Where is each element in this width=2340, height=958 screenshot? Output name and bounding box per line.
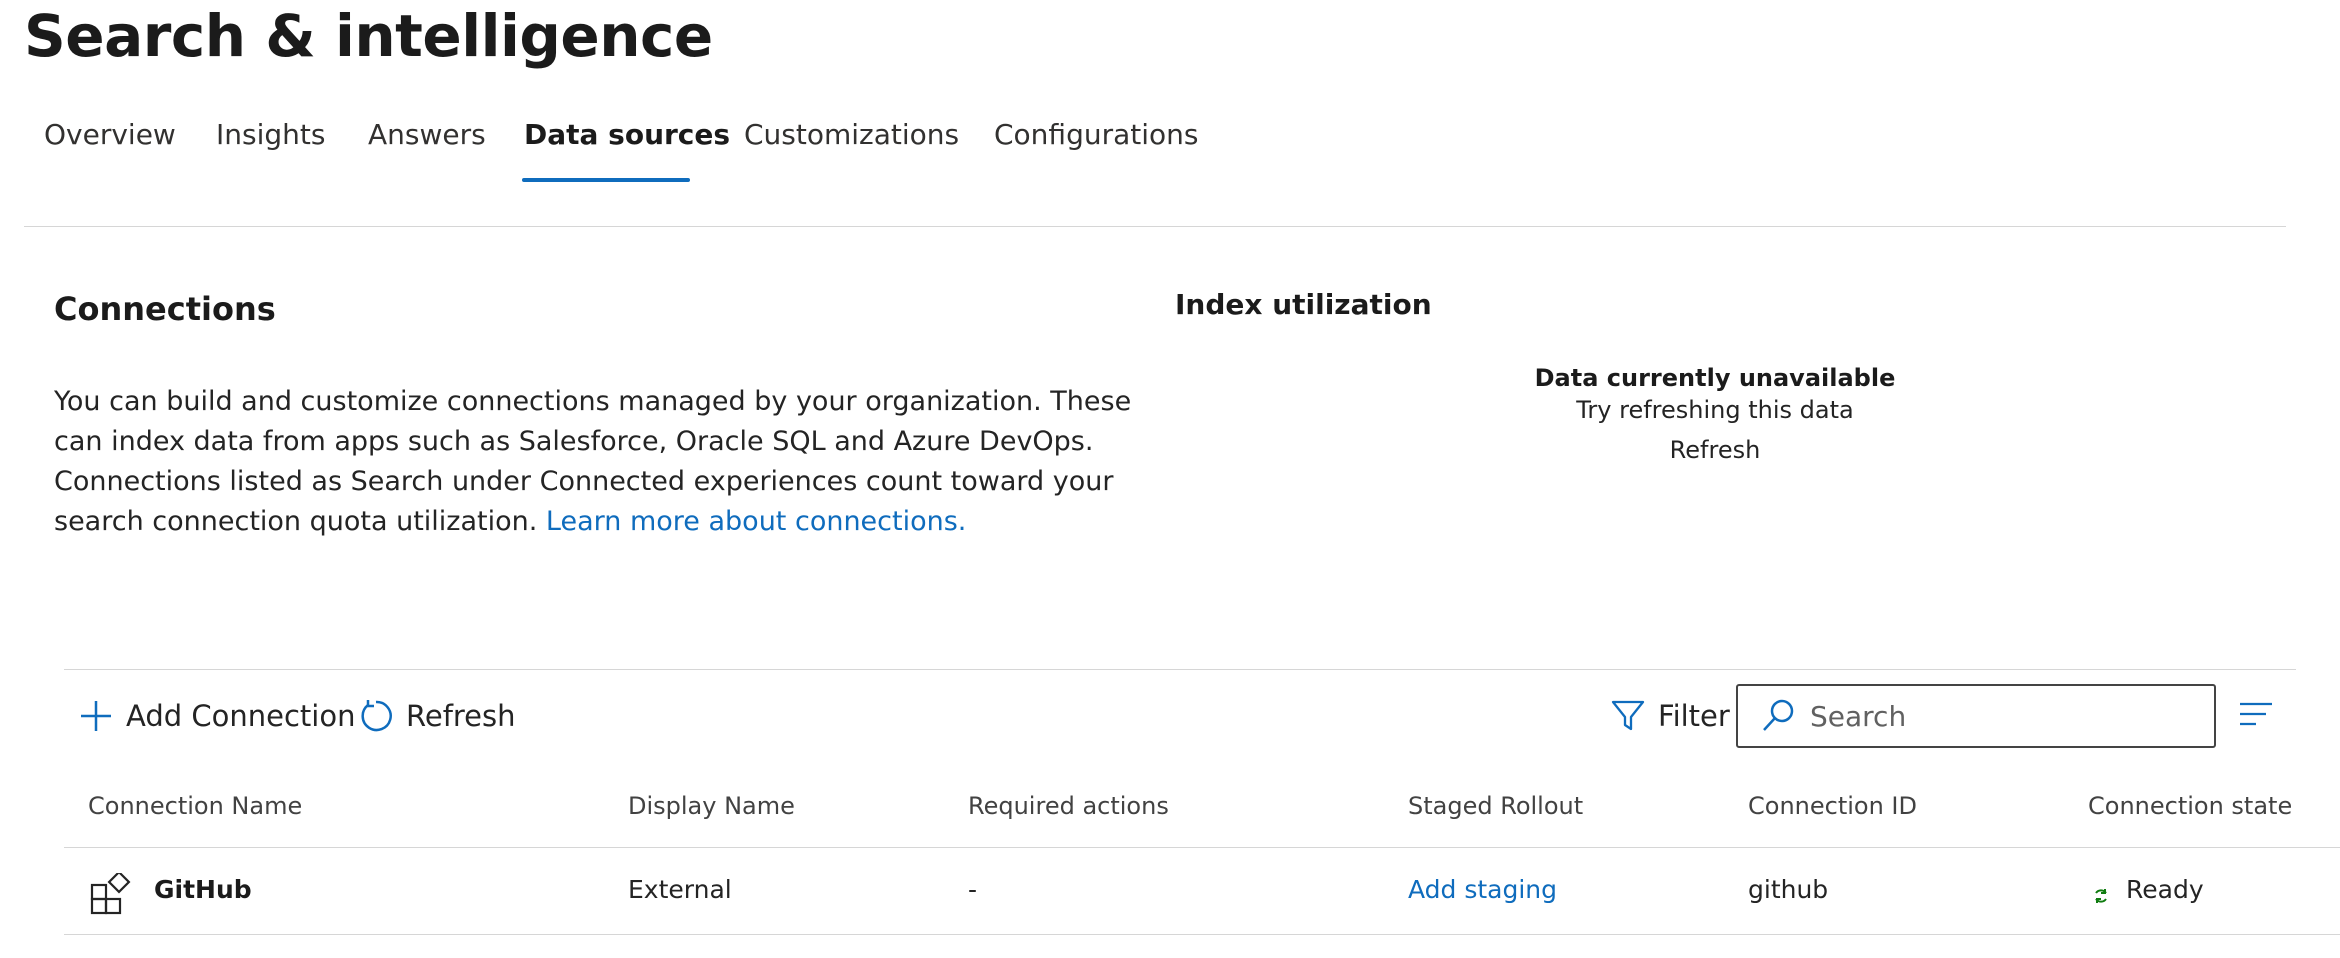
unavailable-subtitle: Try refreshing this data	[1576, 396, 1854, 424]
add-connection-label: Add Connection	[126, 699, 356, 733]
search-icon	[1758, 696, 1798, 736]
column-header-connection-id[interactable]: Connection ID	[1748, 792, 1917, 820]
learn-more-link[interactable]: Learn more about connections.	[546, 506, 966, 537]
menu-lines-icon	[2239, 701, 2273, 731]
tab-data-sources[interactable]: Data sources	[524, 118, 730, 151]
index-refresh-link[interactable]: Refresh	[1515, 436, 1915, 464]
required-actions-cell: -	[968, 875, 978, 904]
column-header-display-name[interactable]: Display Name	[628, 792, 795, 820]
tab-configurations[interactable]: Configurations	[994, 118, 1198, 151]
column-header-connection-name[interactable]: Connection Name	[88, 792, 302, 820]
add-staging-link[interactable]: Add staging	[1408, 875, 1557, 904]
index-utilization-title: Index utilization	[1175, 288, 1432, 321]
tab-overview[interactable]: Overview	[44, 118, 176, 151]
display-name-cell: External	[628, 875, 732, 904]
tab-insights[interactable]: Insights	[216, 118, 325, 151]
header-divider	[24, 226, 2286, 227]
search-input[interactable]	[1810, 699, 2190, 733]
connection-id-cell: github	[1748, 875, 1829, 904]
plus-icon	[76, 696, 116, 736]
connections-title: Connections	[54, 290, 276, 328]
connections-description: You can build and customize connections …	[54, 382, 1134, 542]
column-header-staged-rollout[interactable]: Staged Rollout	[1408, 792, 1583, 820]
search-box[interactable]	[1736, 684, 2216, 748]
connection-state-cell: Ready	[2092, 875, 2204, 904]
filter-icon	[1608, 696, 1648, 736]
connection-state-label: Ready	[2126, 875, 2204, 904]
toolbar-divider	[64, 669, 2296, 670]
filter-label: Filter	[1658, 699, 1730, 733]
view-options-button[interactable]	[2236, 696, 2276, 736]
active-tab-indicator	[522, 178, 690, 182]
column-header-connection-state[interactable]: Connection state	[2088, 792, 2292, 820]
tab-answers[interactable]: Answers	[368, 118, 486, 151]
table-row[interactable]: GitHub External - Add staging github Rea…	[64, 849, 2340, 935]
table-header: Connection Name Display Name Required ac…	[64, 780, 2340, 848]
refresh-button[interactable]: Refresh	[356, 693, 516, 739]
apps-add-icon	[90, 870, 132, 915]
refresh-label: Refresh	[406, 699, 516, 733]
sync-icon	[2092, 882, 2110, 903]
tab-customizations[interactable]: Customizations	[744, 118, 959, 151]
filter-button[interactable]: Filter	[1608, 693, 1730, 739]
page-title: Search & intelligence	[24, 2, 713, 70]
column-header-required-actions[interactable]: Required actions	[968, 792, 1169, 820]
refresh-icon	[356, 696, 396, 736]
unavailable-title: Data currently unavailable	[1534, 364, 1896, 392]
add-connection-button[interactable]: Add Connection	[76, 693, 355, 739]
connection-name-cell[interactable]: GitHub	[154, 875, 252, 904]
